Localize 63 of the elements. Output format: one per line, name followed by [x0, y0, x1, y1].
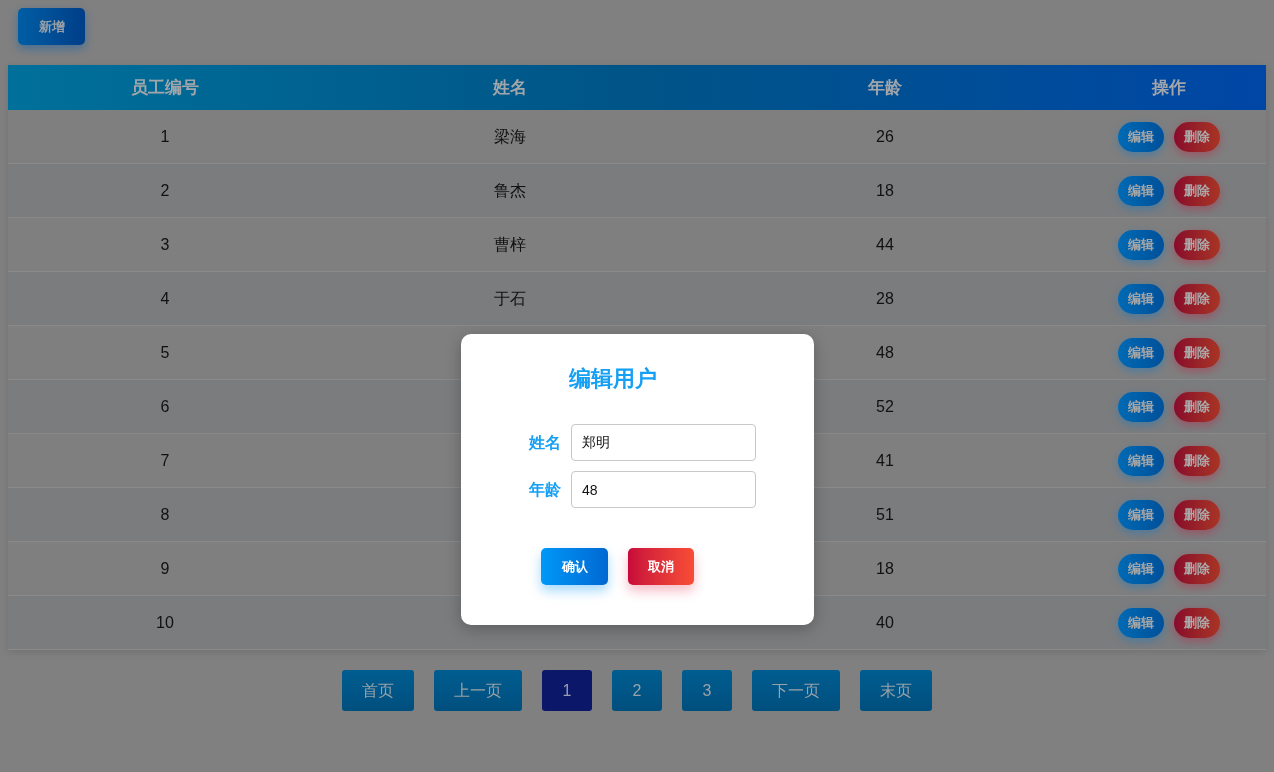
table-cell-text: 1 [160, 126, 170, 147]
confirm-button[interactable]: 确认 [541, 548, 608, 585]
table-cell-text: 51 [876, 504, 894, 525]
page-button[interactable]: 2 [612, 670, 662, 711]
delete-button[interactable]: 删除 [1174, 229, 1220, 260]
edit-button[interactable]: 编辑 [1118, 553, 1164, 584]
table-cell-text: 18 [876, 558, 894, 579]
column-header: 姓名 [493, 76, 527, 99]
page-button[interactable]: 上一页 [434, 670, 522, 711]
page-button[interactable]: 末页 [860, 670, 932, 711]
table-cell-text: 曹梓 [494, 234, 526, 255]
edit-button[interactable]: 编辑 [1118, 121, 1164, 152]
delete-button[interactable]: 删除 [1174, 553, 1220, 584]
delete-button[interactable]: 删除 [1174, 607, 1220, 638]
table-cell-text: 26 [876, 126, 894, 147]
table-cell-text: 7 [160, 450, 170, 471]
edit-button[interactable]: 编辑 [1118, 607, 1164, 638]
page-button[interactable]: 下一页 [752, 670, 840, 711]
table-cell-text: 44 [876, 234, 894, 255]
table-cell-text: 8 [160, 504, 170, 525]
table-cell-text: 18 [876, 180, 894, 201]
delete-button[interactable]: 删除 [1174, 337, 1220, 368]
edit-button[interactable]: 编辑 [1118, 229, 1164, 260]
edit-button[interactable]: 编辑 [1118, 283, 1164, 314]
delete-button[interactable]: 删除 [1174, 391, 1220, 422]
dialog-title: 编辑用户 [569, 365, 657, 393]
table-cell-text: 40 [876, 612, 894, 633]
input-field[interactable]: 48 [571, 471, 756, 508]
delete-button[interactable]: 删除 [1174, 175, 1220, 206]
table-cell-text: 28 [876, 288, 894, 309]
cancel-button[interactable]: 取消 [628, 548, 694, 585]
table-cell-text: 6 [160, 396, 170, 417]
table-cell-text: 2 [160, 180, 170, 201]
field-label: 年龄 [529, 479, 561, 500]
page-button[interactable]: 3 [682, 670, 732, 711]
delete-button[interactable]: 删除 [1174, 121, 1220, 152]
edit-button[interactable]: 编辑 [1118, 391, 1164, 422]
table-cell-text: 41 [876, 450, 894, 471]
table-cell-text: 10 [156, 612, 174, 633]
table-cell-text: 于石 [494, 288, 526, 309]
page-button[interactable]: 1 [542, 670, 592, 711]
table-cell-text: 48 [876, 342, 894, 363]
table-cell-text: 9 [160, 558, 170, 579]
edit-button[interactable]: 编辑 [1118, 175, 1164, 206]
column-header: 员工编号 [131, 76, 199, 99]
table-cell-text: 梁海 [494, 126, 526, 147]
page-button[interactable]: 首页 [342, 670, 414, 711]
table-cell-text: 52 [876, 396, 894, 417]
delete-button[interactable]: 删除 [1174, 499, 1220, 530]
add-button[interactable]: 新增 [18, 8, 85, 45]
column-header: 操作 [1152, 76, 1186, 99]
field-label: 姓名 [529, 432, 561, 453]
table-cell-text: 4 [160, 288, 170, 309]
input-field[interactable]: 郑明 [571, 424, 756, 461]
edit-button[interactable]: 编辑 [1118, 445, 1164, 476]
table-cell-text: 3 [160, 234, 170, 255]
delete-button[interactable]: 删除 [1174, 283, 1220, 314]
column-header: 年龄 [868, 76, 902, 99]
delete-button[interactable]: 删除 [1174, 445, 1220, 476]
edit-button[interactable]: 编辑 [1118, 337, 1164, 368]
table-cell-text: 5 [160, 342, 170, 363]
edit-button[interactable]: 编辑 [1118, 499, 1164, 530]
table-cell-text: 鲁杰 [494, 180, 526, 201]
